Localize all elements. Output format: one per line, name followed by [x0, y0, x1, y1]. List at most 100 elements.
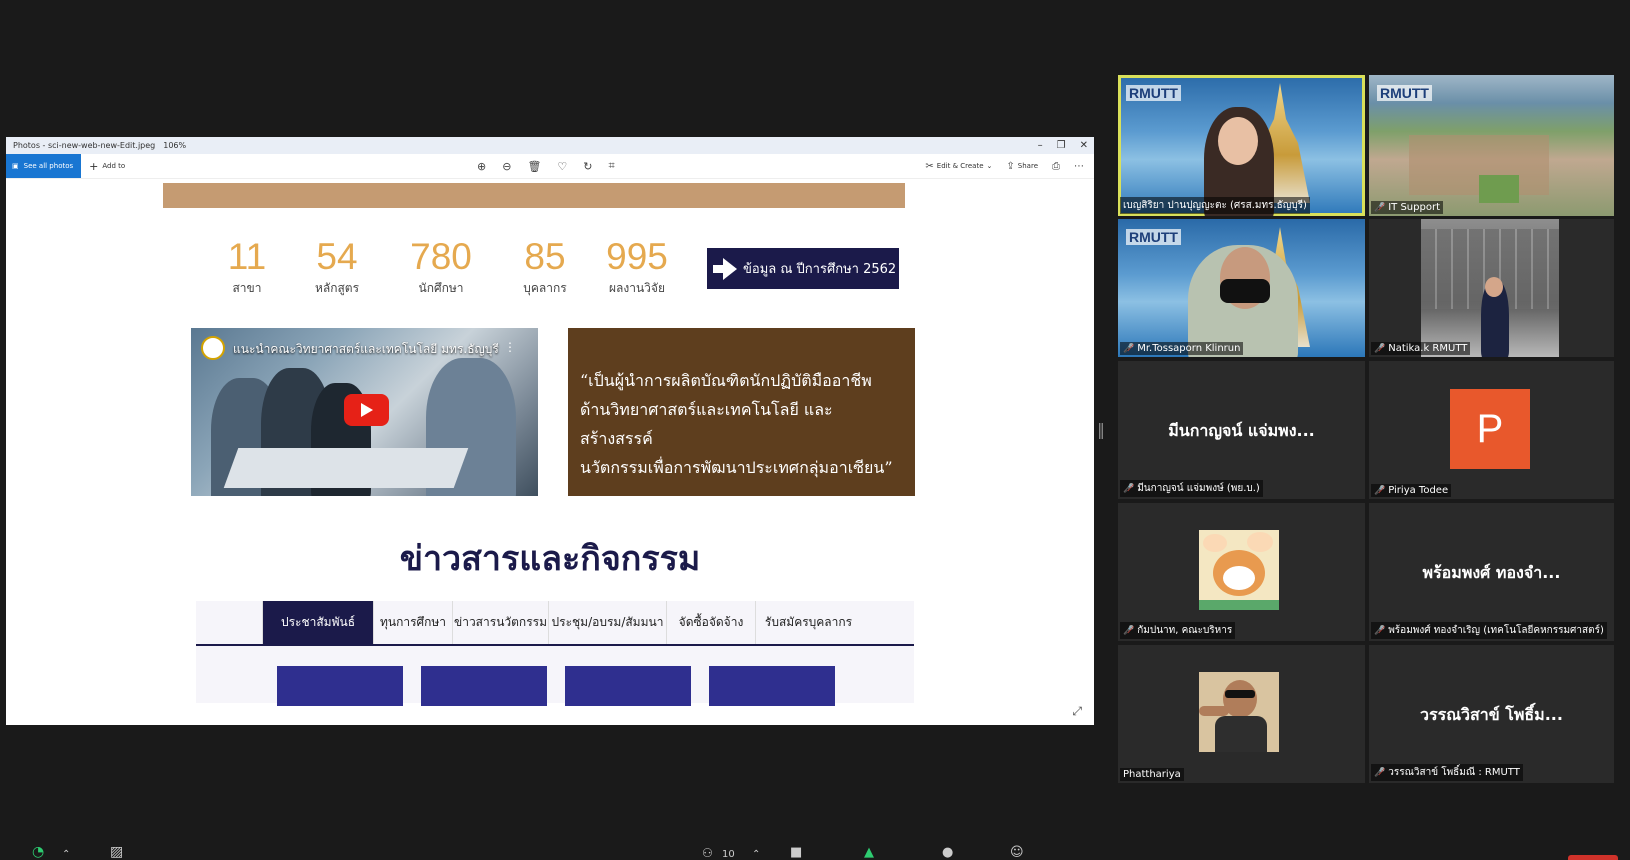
participant-name: IT Support — [1388, 202, 1440, 213]
stat-curricula: 54 หลักสูตร — [282, 237, 392, 298]
chevron-up-icon[interactable]: ⌃ — [752, 849, 760, 860]
close-button[interactable]: ✕ — [1080, 140, 1088, 151]
participant-display-name: วรรณวิสาข์ โพธิ์ม... — [1420, 705, 1563, 724]
stat-students: 780 นักศึกษา — [386, 237, 496, 298]
mic-muted-icon: 🎤̸ — [1374, 485, 1386, 496]
audio-icon[interactable]: ◔ — [32, 844, 44, 860]
reactions-icon[interactable]: ☺ — [1010, 845, 1024, 860]
participant-name: Piriya Todee — [1388, 485, 1449, 496]
share-label: Share — [1017, 162, 1038, 170]
window-title: Photos - sci-new-web-new-Edit.jpeg — [13, 141, 156, 150]
participant-tile[interactable]: 🎤̸ กัมปนาท, คณะบริหาร — [1118, 503, 1365, 641]
share-button[interactable]: ⇪ Share — [1006, 161, 1038, 172]
mic-muted-icon: 🎤̸ — [1123, 625, 1135, 636]
banner-strip — [163, 183, 905, 208]
edit-icon: ✂ — [925, 160, 934, 172]
chat-icon[interactable]: ■ — [790, 845, 802, 860]
play-button-icon — [344, 394, 389, 426]
rmutt-logo: RMUTT — [1377, 85, 1432, 101]
split-handle[interactable]: ‖ — [1097, 418, 1105, 442]
participant-tile[interactable]: RMUTT 🎤̸ IT Support — [1369, 75, 1614, 216]
zoom-level: 106% — [163, 141, 187, 150]
window-titlebar[interactable]: Photos - sci-new-web-new-Edit.jpeg 106% … — [6, 137, 1094, 154]
participant-name-tag: 🎤̸ IT Support — [1371, 201, 1443, 214]
participant-name-tag: 🎤̸ กัมปนาท, คณะบริหาร — [1120, 622, 1236, 639]
favorite-heart-icon[interactable]: ♡ — [557, 160, 567, 173]
participant-tile[interactable]: มีนกาญจน์ แจ่มพง... 🎤̸ มีนกาญจน์ แจ่มพงษ… — [1118, 361, 1365, 499]
avatar — [1199, 530, 1279, 610]
tab-public-relations: ประชาสัมพันธ์ — [263, 601, 374, 644]
news-thumbnail — [421, 666, 547, 706]
mic-muted-icon: 🎤̸ — [1123, 343, 1135, 354]
faculty-logo — [201, 336, 225, 360]
participant-tile[interactable]: P 🎤̸ Piriya Todee — [1369, 361, 1614, 499]
participant-name: กัมปนาท, คณะบริหาร — [1137, 625, 1233, 636]
participant-name: Mr.Tossaporn Klinrun — [1137, 343, 1241, 354]
participant-tile[interactable]: พร้อมพงศ์ ทองจำ... 🎤̸ พร้อมพงศ์ ทองจำเริ… — [1369, 503, 1614, 641]
news-thumbnail — [709, 666, 835, 706]
mic-muted-icon: 🎤̸ — [1123, 483, 1135, 494]
tab-innovation-news: ข่าวสารนวัตกรรม — [453, 601, 549, 644]
participants-icon[interactable]: ⚇ — [702, 846, 713, 860]
participant-name: มีนกาญจน์ แจ่มพงษ์ (พย.บ.) — [1137, 483, 1260, 494]
avatar: P — [1450, 389, 1530, 469]
zoom-in-icon[interactable]: ⊕ — [477, 160, 486, 173]
participant-tile[interactable]: วรรณวิสาข์ โพธิ์ม... 🎤̸ วรรณวิสาข์ โพธิ์… — [1369, 645, 1614, 783]
participant-name-tag: 🎤̸ พร้อมพงศ์ ทองจำเริญ (เทคโนโลยีคหกรรมศ… — [1371, 622, 1607, 639]
participant-tile[interactable]: RMUTT 🎤̸ Mr.Tossaporn Klinrun — [1118, 219, 1365, 357]
video-menu-icon: ⋮ — [504, 340, 516, 354]
stat-label: หลักสูตร — [314, 281, 360, 295]
participant-name: วรรณวิสาข์ โพธิ์มณี : RMUTT — [1388, 767, 1520, 778]
end-meeting-button[interactable] — [1568, 855, 1618, 860]
tab-scholarships: ทุนการศึกษา — [374, 601, 453, 644]
video-title: แนะนำคณะวิทยาศาสตร์และเทคโนโลยี มทร.ธัญบ… — [233, 342, 499, 356]
edit-create-label: Edit & Create — [936, 162, 984, 170]
tab-recruitment: รับสมัครบุคลากร — [764, 615, 853, 629]
photos-icon: ▣ — [12, 162, 19, 170]
avatar — [1199, 672, 1279, 752]
zoom-out-icon[interactable]: ⊖ — [502, 160, 511, 173]
academic-year-button: ข้อมูล ณ ปีการศึกษา 2562 — [707, 248, 899, 289]
video-off-icon[interactable]: ▨ — [110, 844, 123, 860]
delete-icon[interactable]: 🗑 — [527, 160, 541, 173]
more-options-icon[interactable]: ⋯ — [1074, 161, 1084, 172]
record-icon[interactable]: ● — [942, 845, 953, 860]
rotate-icon[interactable]: ↻ — [583, 160, 592, 173]
participant-name-tag: 🎤̸ Natika.k RMUTT — [1371, 342, 1471, 355]
crop-icon[interactable]: ⌗ — [609, 159, 615, 173]
print-icon[interactable]: ⎙ — [1052, 161, 1060, 172]
mic-muted-icon: 🎤̸ — [1374, 202, 1386, 213]
participant-name-tag: 🎤̸ วรรณวิสาข์ โพธิ์มณี : RMUTT — [1371, 764, 1523, 781]
share-screen-icon[interactable]: ▲ — [864, 845, 874, 860]
rmutt-logo: RMUTT — [1126, 229, 1181, 245]
photos-window: Photos - sci-new-web-new-Edit.jpeg 106% … — [6, 137, 1094, 725]
chevron-up-icon[interactable]: ⌃ — [62, 849, 70, 860]
participant-display-name: มีนกาญจน์ แจ่มพง... — [1168, 421, 1315, 440]
quote-line: “เป็นผู้นำการผลิตบัณฑิตนักปฏิบัติมืออาชี… — [580, 371, 872, 390]
participant-name-tag: 🎤̸ มีนกาญจน์ แจ่มพงษ์ (พย.บ.) — [1120, 480, 1263, 497]
participant-tile[interactable]: Phatthariya — [1118, 645, 1365, 783]
quote-line: ด้านวิทยาศาสตร์และเทคโนโลยี และสร้างสรรค… — [580, 400, 833, 448]
participant-name-tag: 🎤̸ Piriya Todee — [1371, 484, 1452, 497]
chevron-down-icon: ⌄ — [986, 162, 993, 170]
stat-label: ผลงานวิจัย — [609, 281, 665, 295]
edit-create-button[interactable]: ✂ Edit & Create ⌄ — [925, 161, 992, 172]
meeting-controls-bar: ◔ ⌃ ▨ ⚇ 10 ⌃ ■ ▲ ● ☺ — [0, 844, 1630, 860]
participant-tile[interactable]: RMUTT เบญสิริยา ปานปุญญะตะ (ศรส.มทร.ธัญบ… — [1118, 75, 1365, 216]
quote-line: นวัตกรรมเพื่อการพัฒนาประเทศกลุ่มอาเซียน” — [580, 458, 893, 477]
see-all-label: See all photos — [23, 162, 74, 170]
expand-icon[interactable]: ⤢ — [1072, 704, 1082, 719]
plus-icon: + — [89, 159, 99, 173]
participant-name: พร้อมพงศ์ ทองจำเริญ (เทคโนโลยีคหกรรมศาสต… — [1388, 625, 1604, 636]
see-all-photos-button[interactable]: ▣ See all photos — [6, 154, 82, 178]
tab-procurement: จัดซื้อจัดจ้าง — [667, 601, 756, 644]
participant-tile[interactable]: 🎤̸ Natika.k RMUTT — [1369, 219, 1614, 357]
participant-name: Phatthariya — [1123, 769, 1181, 780]
minimize-button[interactable]: – — [1038, 140, 1043, 151]
add-to-button[interactable]: + Add to — [89, 160, 125, 173]
intro-video-thumbnail: แนะนำคณะวิทยาศาสตร์และเทคโนโลยี มทร.ธัญบ… — [191, 328, 538, 496]
stat-value: 780 — [410, 236, 472, 277]
maximize-button[interactable]: ❐ — [1057, 140, 1066, 151]
vision-quote: “เป็นผู้นำการผลิตบัณฑิตนักปฏิบัติมืออาชี… — [568, 328, 915, 496]
mic-muted-icon: 🎤̸ — [1374, 625, 1386, 636]
